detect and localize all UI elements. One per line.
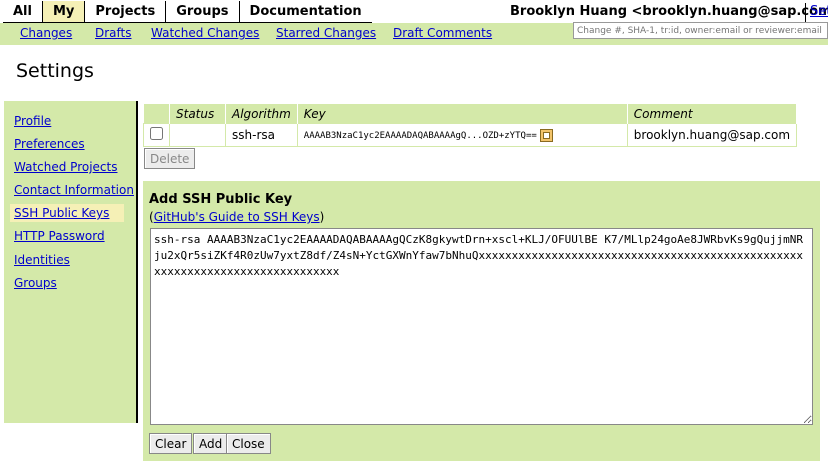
guide-line: (GitHub's Guide to SSH Keys)	[149, 210, 324, 224]
delete-button[interactable]: Delete	[144, 148, 196, 169]
row-key-cell: AAAAB3NzaC1yc2EAAAADAQABAAAAgQ...OZD+zYT…	[296, 123, 628, 147]
github-ssh-guide-link[interactable]: GitHub's Guide to SSH Keys	[154, 210, 320, 224]
copy-icon[interactable]	[539, 128, 553, 142]
tab-my[interactable]: My	[41, 1, 85, 22]
column-header-comment: Comment	[627, 104, 798, 124]
ssh-key-textarea[interactable]: ssh-rsa AAAAB3NzaC1yc2EAAAADAQABAAAAgQCz…	[150, 228, 813, 425]
row-status	[169, 123, 226, 147]
settings-sidebar: Profile Preferences Watched Projects Con…	[4, 101, 138, 423]
column-header-status: Status	[169, 104, 226, 124]
guide-close-paren: )	[319, 210, 325, 224]
tab-all[interactable]: All	[3, 1, 42, 22]
page-title: Settings	[16, 60, 94, 82]
sub-link-changes[interactable]: Changes	[20, 26, 72, 40]
sidebar-item-watched-projects[interactable]: Watched Projects	[14, 160, 117, 174]
column-header-select	[143, 104, 170, 124]
top-menu-bar: All My Projects Groups Documentation Bro…	[0, 0, 828, 23]
sidebar-item-http-password[interactable]: HTTP Password	[14, 229, 105, 243]
close-button[interactable]: Close	[226, 433, 271, 454]
user-info: Brooklyn Huang <brooklyn.huang@sap.com> …	[510, 3, 828, 23]
sub-link-watched-changes[interactable]: Watched Changes	[151, 26, 259, 40]
sidebar-item-profile[interactable]: Profile	[14, 114, 51, 128]
row-checkbox[interactable]	[150, 127, 163, 140]
table-header-row: Status Algorithm Key Comment	[143, 104, 798, 124]
ssh-keys-table: Status Algorithm Key Comment ssh-rsa AAA…	[143, 104, 798, 147]
settings-link[interactable]: Set	[810, 4, 828, 19]
table-row: ssh-rsa AAAAB3NzaC1yc2EAAAADAQABAAAAgQ..…	[143, 123, 798, 147]
sidebar-item-preferences[interactable]: Preferences	[14, 137, 85, 151]
row-key: AAAAB3NzaC1yc2EAAAADAQABAAAAgQ...OZD+zYT…	[303, 130, 537, 141]
sub-link-starred-changes[interactable]: Starred Changes	[276, 26, 376, 40]
sidebar-item-identities[interactable]: Identities	[14, 253, 70, 267]
tab-groups[interactable]: Groups	[165, 1, 239, 22]
row-select-cell	[143, 123, 170, 147]
user-display-name[interactable]: Brooklyn Huang <brooklyn.huang@sap.com>	[510, 4, 828, 19]
row-comment: brooklyn.huang@sap.com	[626, 123, 798, 147]
column-header-algorithm: Algorithm	[225, 104, 298, 124]
tab-documentation[interactable]: Documentation	[238, 1, 372, 22]
add-ssh-key-panel: Add SSH Public Key (GitHub's Guide to SS…	[143, 181, 820, 461]
row-algorithm: ssh-rsa	[225, 123, 298, 147]
sub-link-draft-comments[interactable]: Draft Comments	[393, 26, 492, 40]
sidebar-item-ssh-public-keys[interactable]: SSH Public Keys	[10, 204, 124, 222]
user-separator	[805, 3, 806, 23]
clear-button[interactable]: Clear	[149, 433, 193, 454]
column-header-key: Key	[297, 104, 628, 124]
search-input[interactable]	[573, 22, 828, 39]
sub-link-drafts[interactable]: Drafts	[95, 26, 132, 40]
sidebar-item-groups[interactable]: Groups	[14, 276, 57, 290]
top-tabs: All My Projects Groups Documentation	[3, 1, 372, 23]
tab-projects[interactable]: Projects	[84, 1, 166, 22]
add-button[interactable]: Add	[193, 433, 229, 454]
sidebar-item-contact-information[interactable]: Contact Information	[14, 183, 134, 197]
add-ssh-key-title: Add SSH Public Key	[149, 192, 293, 207]
